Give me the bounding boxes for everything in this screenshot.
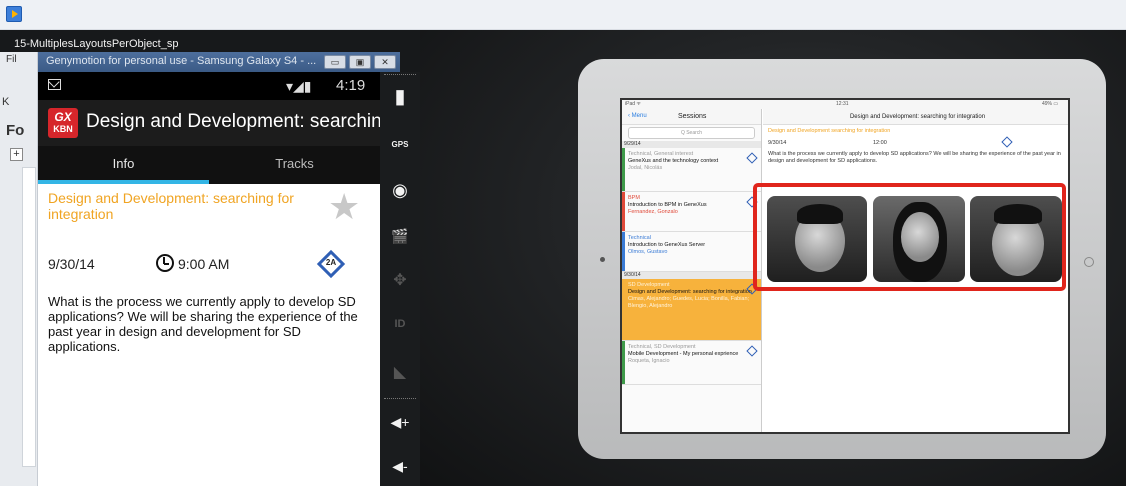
volume-up-icon[interactable]: ◀+ (380, 414, 420, 431)
ide-left-strip: Fil K Fo + (0, 52, 38, 486)
logo-top-text: GX (54, 110, 72, 124)
ipad-left-nav: ‹ Menu Sessions (622, 109, 761, 125)
android-screen: ▾◢▮ 4:19 GX KBN Design and Development: … (38, 72, 380, 486)
list-item-author: Cimas, Alejandro; Guedes, Lucia; Bonilla… (628, 296, 750, 309)
file-menu[interactable]: Fil (6, 54, 17, 65)
list-item-selected[interactable]: SD Development Design and Development: s… (622, 279, 761, 341)
maximize-button[interactable]: ▣ (349, 55, 371, 69)
list-item-tag: Technical (628, 235, 651, 241)
session-time: 9:00 AM (178, 256, 230, 272)
close-button[interactable]: ✕ (374, 55, 396, 69)
dpad-icon[interactable]: ✥ (380, 270, 420, 290)
list-item-name: Design and Development: searching for in… (628, 289, 752, 295)
ipad-search-field[interactable]: Q Search (628, 127, 755, 139)
status-bar: ▾◢▮ 4:19 (38, 72, 380, 100)
ipad-sessions-list: ‹ Menu Sessions Q Search 9/29/14 Technic… (622, 109, 762, 432)
k-tab[interactable]: K (2, 96, 9, 108)
mail-icon (48, 79, 61, 90)
ipad-meta-row: 9/30/14 12:00 (763, 136, 1068, 149)
list-item-name: Introduction to BPM in GeneXus (628, 202, 707, 208)
video-title: 15-MultiplesLayoutsPerObject_sp (14, 38, 179, 50)
session-date: 9/30/14 (48, 256, 95, 272)
ipad-right-title: Design and Development: searching for in… (763, 109, 1068, 125)
battery-icon[interactable]: ▮ (380, 84, 420, 109)
list-item[interactable]: Technical Introduction to GeneXus Server… (622, 232, 761, 272)
ipad-camera (600, 257, 605, 262)
ipad-time: 12:00 (873, 140, 887, 146)
ide-panel (22, 167, 36, 467)
room-badge[interactable]: 2A (316, 249, 346, 279)
status-time: 4:19 (336, 77, 366, 94)
fo-label: Fo (6, 122, 25, 139)
action-bar: GX KBN Design and Development: searching… (38, 100, 380, 146)
player-top-bar (0, 0, 1126, 30)
ipad-date-header: 9/29/14 (622, 141, 761, 148)
genymotion-title: Genymotion for personal use - Samsung Ga… (46, 55, 317, 67)
list-item-author: Jodal, Nicolás (628, 165, 663, 171)
ipad-description: What is the process we currently apply t… (768, 151, 1061, 164)
list-item-author: Olmos, Gustavo (628, 249, 668, 255)
genymotion-side-controls: ▮ GPS ◉ 🎬 ✥ ID ◣ ◀+ ◀- (380, 72, 420, 486)
list-item[interactable]: Technical, SD Development Mobile Develop… (622, 341, 761, 385)
list-item-name: GeneXus and the technology context (628, 158, 719, 164)
genymotion-titlebar: Genymotion for personal use - Samsung Ga… (38, 52, 400, 72)
list-item-tag: SD Development (628, 282, 670, 288)
ipad-date: 9/30/14 (768, 140, 787, 146)
list-item-name: Mobile Development - My personal exprien… (628, 351, 739, 357)
expand-button[interactable]: + (10, 148, 23, 161)
session-meta-row: 9/30/14 9:00 AM 2A (48, 249, 368, 279)
ipad-home-button (1084, 257, 1094, 267)
clapper-icon[interactable]: 🎬 (380, 228, 420, 245)
rss-icon[interactable]: ◣ (380, 362, 420, 382)
ipad-status-bar: iPad ᯤ 12:31 49% ▭ (622, 100, 1068, 109)
minimize-button[interactable]: ▭ (324, 55, 346, 69)
ipad-status-time: 12:31 (836, 101, 849, 107)
ipad-left-title: Sessions (678, 113, 707, 120)
favorite-star-icon[interactable]: ★ (328, 186, 360, 228)
list-item-tag: Technical, SD Development (628, 344, 696, 350)
list-item-tag: Technical, General interest (628, 151, 694, 157)
list-item-name: Introduction to GeneXus Server (628, 242, 706, 248)
session-detail: Design and Development: searching for in… (38, 184, 380, 486)
ipad-right-subtitle: Design and Development searching for int… (768, 128, 891, 134)
ipad-status-battery: 49% ▭ (1042, 101, 1059, 107)
list-item-author: Fernandez, Gonzalo (628, 209, 678, 215)
list-item[interactable]: Technical, General interest GeneXus and … (622, 148, 761, 192)
session-title: Design and Development: searching for in… (48, 190, 294, 222)
ipad-status-left: iPad ᯤ (625, 101, 641, 107)
signal-icon: ▾◢▮ (286, 78, 312, 94)
tab-info[interactable]: Info (38, 146, 209, 184)
tab-bar: Info Tracks (38, 146, 380, 184)
ipad-date-header: 9/30/14 (622, 272, 761, 279)
tab-tracks[interactable]: Tracks (209, 146, 380, 184)
logo-bottom-text: KBN (53, 124, 73, 134)
camera-icon[interactable]: ◉ (380, 180, 420, 201)
list-item-author: Roqueta, Ignacio (628, 358, 670, 364)
room-label: 2A (325, 258, 337, 267)
clock-icon (156, 254, 174, 272)
ipad-back-button[interactable]: ‹ Menu (628, 113, 647, 119)
volume-down-icon[interactable]: ◀- (380, 458, 420, 475)
room-diamond-icon (1001, 136, 1013, 148)
highlight-annotation (753, 183, 1066, 291)
action-bar-title: Design and Development: searching... (86, 111, 380, 132)
screen-root: 15-MultiplesLayoutsPerObject_sp Fil K Fo… (0, 0, 1126, 486)
session-description: What is the process we currently apply t… (48, 294, 358, 354)
list-item[interactable]: BPM Introduction to BPM in GeneXus Ferna… (622, 192, 761, 232)
list-item-tag: BPM (628, 195, 640, 201)
app-logo[interactable]: GX KBN (48, 108, 78, 138)
id-icon[interactable]: ID (380, 318, 420, 330)
video-player-icon[interactable] (6, 6, 22, 22)
gps-icon[interactable]: GPS (380, 140, 420, 149)
